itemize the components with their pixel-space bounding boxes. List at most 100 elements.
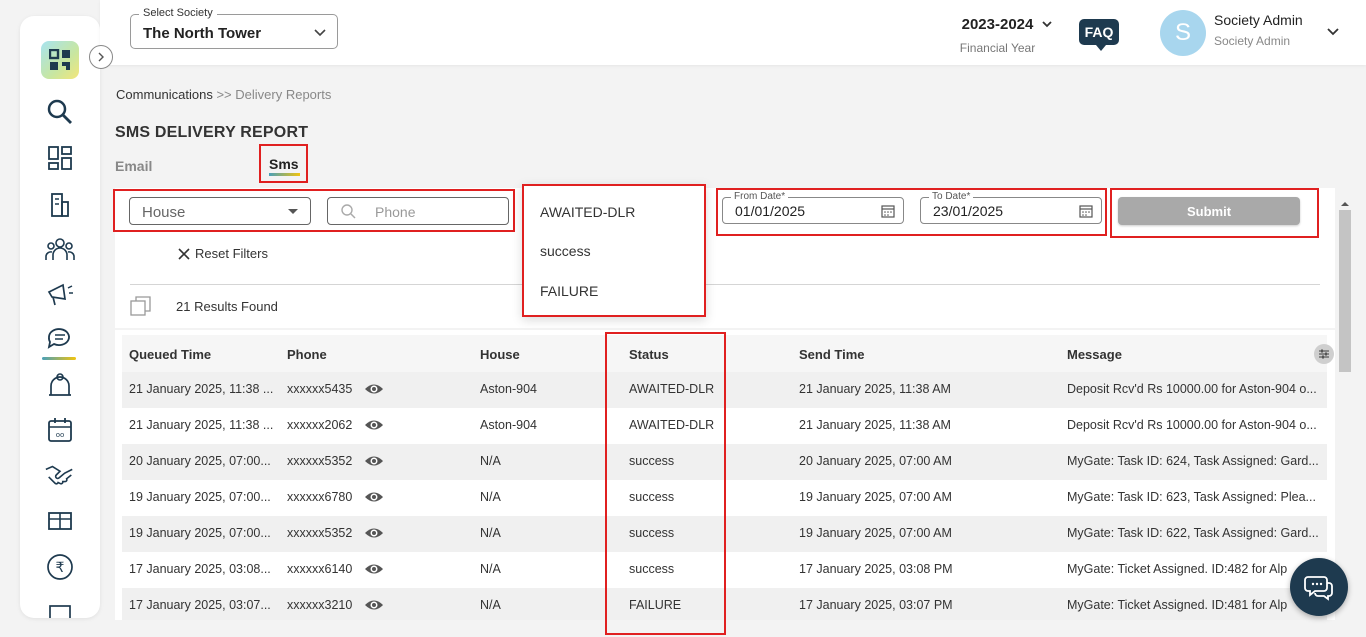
society-select-value: The North Tower	[143, 25, 262, 42]
communication-icon[interactable]	[44, 323, 76, 355]
cell-phone: xxxxxx6140	[287, 562, 353, 576]
eye-icon[interactable]	[364, 490, 384, 504]
cell-queued-time: 17 January 2025, 03:08...	[129, 562, 271, 576]
building-icon[interactable]	[44, 188, 76, 220]
results-label: Results Found	[194, 298, 278, 314]
helpdesk-icon[interactable]	[44, 369, 76, 401]
handshake-icon[interactable]	[44, 459, 76, 491]
cell-message: MyGate: Task ID: 622, Task Assigned: Gar…	[1067, 526, 1319, 540]
active-indicator	[42, 357, 76, 360]
breadcrumb: Communications >> Delivery Reports	[116, 87, 331, 102]
logo-icon[interactable]	[41, 41, 79, 79]
cell-phone: xxxxxx2062	[287, 418, 353, 432]
breadcrumb-separator: >>	[216, 87, 232, 102]
search-icon[interactable]	[44, 96, 76, 128]
financial-year-selector[interactable]: 2023-2024 Financial Year	[950, 16, 1052, 55]
cell-queued-time: 17 January 2025, 03:07...	[129, 598, 271, 612]
divider	[130, 284, 1320, 285]
cell-phone: xxxxxx5352	[287, 526, 353, 540]
highlight-box-submit	[1110, 188, 1319, 238]
cell-send-time: 17 January 2025, 03:07 PM	[799, 598, 953, 612]
status-option-awaited-dlr[interactable]: AWAITED-DLR	[540, 204, 635, 220]
cell-queued-time: 21 January 2025, 11:38 ...	[129, 382, 274, 396]
cell-house: N/A	[480, 454, 501, 468]
svg-text:oo: oo	[56, 431, 65, 439]
svg-text:₹: ₹	[56, 560, 65, 576]
tab-email[interactable]: Email	[115, 158, 152, 174]
copy-icon[interactable]	[130, 296, 152, 316]
members-icon[interactable]	[44, 233, 76, 265]
sidebar: oo ₹	[20, 16, 100, 618]
cell-send-time: 21 January 2025, 11:38 AM	[799, 382, 951, 396]
announcement-icon[interactable]	[44, 278, 76, 310]
scroll-up-icon[interactable]	[1338, 199, 1352, 209]
more-icon[interactable]	[44, 596, 76, 618]
society-select-label: Select Society	[139, 7, 217, 19]
chevron-down-icon	[314, 29, 326, 37]
cell-house: N/A	[480, 490, 501, 504]
sidebar-collapse-button[interactable]	[89, 45, 113, 69]
cell-house: N/A	[480, 598, 501, 612]
dashboard-icon[interactable]	[44, 142, 76, 174]
results-summary: 21 Results Found	[130, 296, 278, 316]
results-count: 21	[176, 298, 191, 314]
user-role: Society Admin	[1214, 34, 1291, 48]
top-header: Select Society The North Tower 2023-2024…	[100, 0, 1366, 65]
highlight-box-status-column	[605, 332, 726, 635]
chat-icon	[1304, 576, 1333, 601]
breadcrumb-communications[interactable]: Communications	[116, 87, 213, 102]
cell-queued-time: 19 January 2025, 07:00...	[129, 490, 271, 504]
cell-house: Aston-904	[480, 418, 537, 432]
close-icon	[178, 247, 190, 260]
reset-filters-button[interactable]: Reset Filters	[178, 246, 268, 261]
amenities-icon[interactable]	[44, 504, 76, 536]
column-header-phone[interactable]: Phone	[287, 347, 327, 362]
cell-send-time: 20 January 2025, 07:00 AM	[799, 454, 952, 468]
column-header-message[interactable]: Message	[1067, 347, 1122, 362]
eye-icon[interactable]	[364, 382, 384, 396]
avatar[interactable]: S	[1160, 10, 1206, 56]
cell-message: MyGate: Ticket Assigned. ID:482 for Alph	[1067, 562, 1287, 576]
cell-queued-time: 19 January 2025, 07:00...	[129, 526, 271, 540]
cell-house: Aston-904	[480, 382, 537, 396]
cell-message: MyGate: Task ID: 623, Task Assigned: Ple…	[1067, 490, 1316, 504]
cell-house: N/A	[480, 562, 501, 576]
cell-send-time: 19 January 2025, 07:00 AM	[799, 526, 952, 540]
eye-icon[interactable]	[364, 562, 384, 576]
highlight-box-dates	[716, 188, 1107, 236]
vertical-scrollbar[interactable]	[1338, 196, 1352, 616]
column-header-queued-time[interactable]: Queued Time	[129, 347, 211, 362]
eye-icon[interactable]	[364, 454, 384, 468]
cell-message: MyGate: Task ID: 624, Task Assigned: Gar…	[1067, 454, 1319, 468]
cell-message: Deposit Rcv'd Rs 10000.00 for Aston-904 …	[1067, 382, 1317, 396]
eye-icon[interactable]	[364, 526, 384, 540]
cell-phone: xxxxxx5435	[287, 382, 353, 396]
chevron-down-icon	[1042, 21, 1052, 28]
status-option-failure[interactable]: FAILURE	[540, 283, 598, 299]
cell-phone: xxxxxx5352	[287, 454, 353, 468]
cell-queued-time: 20 January 2025, 07:00...	[129, 454, 271, 468]
chat-support-button[interactable]	[1290, 558, 1348, 616]
eye-icon[interactable]	[364, 598, 384, 612]
cell-house: N/A	[480, 526, 501, 540]
reset-filters-label: Reset Filters	[195, 246, 268, 261]
calendar-icon[interactable]: oo	[44, 414, 76, 446]
breadcrumb-current: Delivery Reports	[235, 87, 332, 102]
cell-message: Deposit Rcv'd Rs 10000.00 for Aston-904 …	[1067, 418, 1317, 432]
column-header-house[interactable]: House	[480, 347, 520, 362]
faq-button[interactable]: FAQ	[1079, 19, 1119, 51]
user-menu-chevron-icon[interactable]	[1326, 24, 1340, 38]
society-select[interactable]: Select Society The North Tower	[130, 7, 338, 49]
cell-send-time: 19 January 2025, 07:00 AM	[799, 490, 952, 504]
highlight-box-sms-tab	[259, 144, 308, 183]
scrollbar-thumb[interactable]	[1339, 210, 1351, 372]
page-title: SMS DELIVERY REPORT	[115, 124, 309, 141]
status-option-success[interactable]: success	[540, 243, 591, 259]
chevron-right-icon	[98, 52, 104, 62]
user-name: Society Admin	[1214, 12, 1303, 28]
column-settings-icon[interactable]	[1314, 344, 1334, 364]
column-header-send-time[interactable]: Send Time	[799, 347, 865, 362]
rupee-icon[interactable]: ₹	[44, 551, 76, 583]
eye-icon[interactable]	[364, 418, 384, 432]
cell-message: MyGate: Ticket Assigned. ID:481 for Alph…	[1067, 598, 1287, 612]
